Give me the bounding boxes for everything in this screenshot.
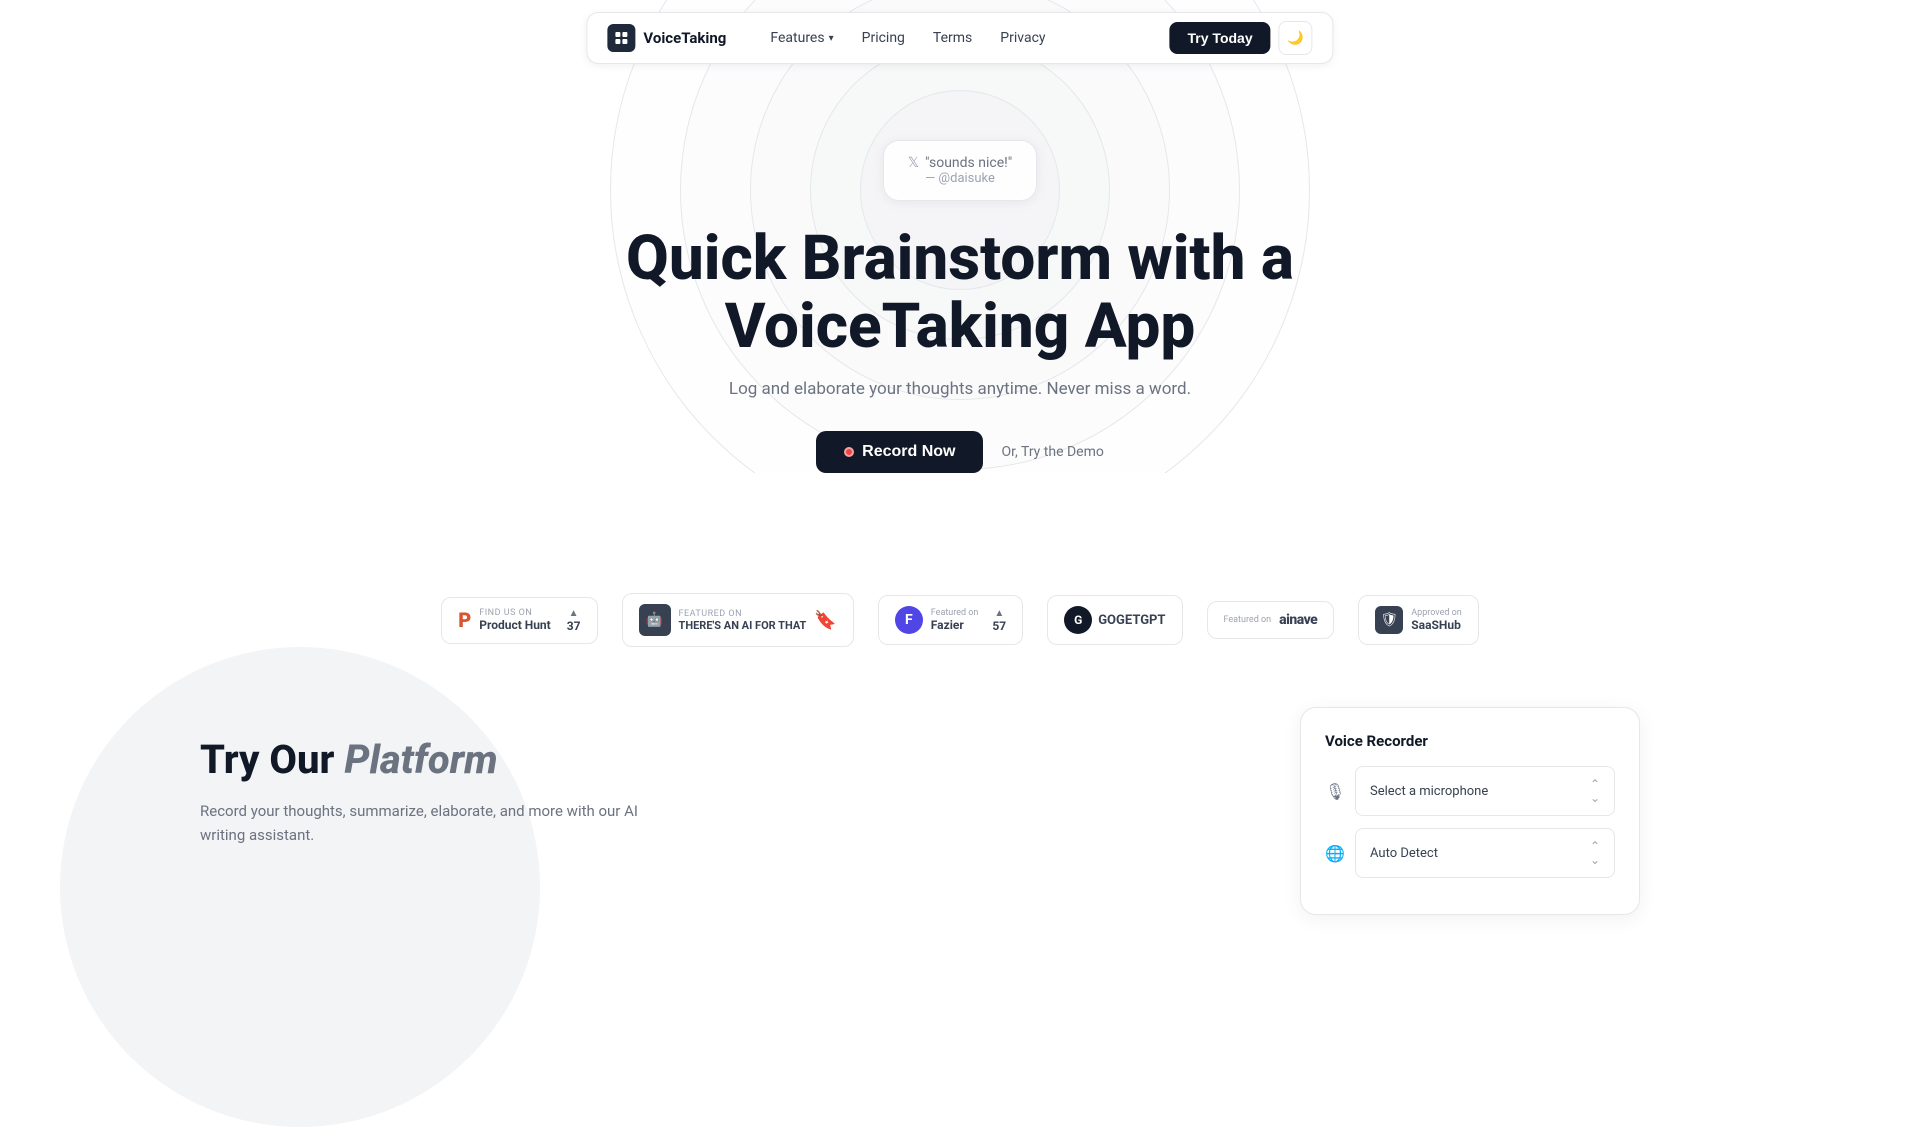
try-today-button[interactable]: Try Today bbox=[1170, 22, 1271, 54]
language-row: 🌐 Auto Detect ⌃⌄ bbox=[1325, 828, 1615, 878]
twitter-icon: 𝕏 bbox=[908, 155, 919, 171]
ainave-content: Featured on ainave bbox=[1224, 612, 1318, 628]
ph-top-label: FIND US ON bbox=[479, 608, 550, 618]
ph-score: 37 bbox=[567, 619, 581, 633]
globe-icon: 🌐 bbox=[1325, 844, 1345, 863]
platform-title: Try Our Platform bbox=[200, 737, 640, 783]
tweet-quote: "sounds nice!" bbox=[925, 155, 1012, 171]
brand-name: VoiceTaking bbox=[643, 29, 726, 47]
gogetgpt-icon: G bbox=[1064, 606, 1092, 634]
language-select-arrow: ⌃⌄ bbox=[1590, 839, 1600, 867]
theme-toggle-button[interactable]: 🌙 bbox=[1279, 21, 1313, 55]
ph-up-arrow: ▲ bbox=[569, 608, 579, 619]
hero-actions: Record Now Or, Try the Demo bbox=[816, 431, 1104, 473]
nav-terms[interactable]: Terms bbox=[921, 24, 984, 52]
ai-badge-text: FEATURED ON THERE'S AN AI FOR THAT bbox=[679, 609, 807, 632]
lower-section: Try Our Platform Record your thoughts, s… bbox=[0, 707, 1920, 915]
tweet-content: 𝕏 "sounds nice!" bbox=[908, 155, 1012, 171]
nav-privacy[interactable]: Privacy bbox=[988, 24, 1057, 52]
badge-ai-for-that[interactable]: 🤖 FEATURED ON THERE'S AN AI FOR THAT 🔖 bbox=[622, 593, 854, 647]
fazier-icon: F bbox=[895, 606, 923, 634]
badge-fazier[interactable]: F Featured on Fazier ▲ 57 bbox=[878, 595, 1023, 645]
platform-description: Record your thoughts, summarize, elabora… bbox=[200, 799, 640, 847]
platform-text: Try Our Platform Record your thoughts, s… bbox=[200, 707, 640, 847]
gogetgpt-name: GOGETGPT bbox=[1098, 613, 1165, 628]
tweet-bubble: 𝕏 "sounds nice!" — @daisuke bbox=[883, 140, 1037, 201]
brand-logo-link[interactable]: VoiceTaking bbox=[607, 24, 726, 52]
nav-features[interactable]: Features ▾ bbox=[758, 24, 845, 52]
fazier-text: Featured on Fazier bbox=[931, 608, 979, 632]
badge-product-hunt[interactable]: P FIND US ON Product Hunt ▲ 37 bbox=[441, 597, 597, 644]
badge-gogetgpt[interactable]: G GOGETGPT bbox=[1047, 595, 1182, 645]
microphone-row: 🎙 Select a microphone ⌃⌄ bbox=[1325, 766, 1615, 816]
chevron-down-icon: ▾ bbox=[829, 33, 834, 44]
voice-recorder-card: Voice Recorder 🎙 Select a microphone ⌃⌄ … bbox=[1300, 707, 1640, 915]
microphone-select-arrow: ⌃⌄ bbox=[1590, 777, 1600, 805]
ph-score-block: ▲ 37 bbox=[567, 608, 581, 633]
ainave-logo: ainave bbox=[1279, 612, 1317, 628]
badge-saashub[interactable]: 🛡 Approved on SaaSHub bbox=[1358, 595, 1479, 645]
main-nav: Features ▾ Pricing Terms Privacy bbox=[758, 24, 1057, 52]
nav-actions: Try Today 🌙 bbox=[1170, 21, 1313, 55]
fazier-score-block: ▲ 57 bbox=[992, 608, 1006, 633]
saashub-text: Approved on SaaSHub bbox=[1411, 608, 1462, 632]
microphone-select[interactable]: Select a microphone ⌃⌄ bbox=[1355, 766, 1615, 816]
language-select[interactable]: Auto Detect ⌃⌄ bbox=[1355, 828, 1615, 878]
hero-subtext: Log and elaborate your thoughts anytime.… bbox=[729, 379, 1191, 399]
record-dot-icon bbox=[844, 447, 854, 457]
tweet-author: — @daisuke bbox=[908, 171, 1012, 186]
brand-logo-icon bbox=[607, 24, 635, 52]
badges-strip: P FIND US ON Product Hunt ▲ 37 🤖 FEATURE… bbox=[0, 593, 1920, 647]
bookmark-icon: 🔖 bbox=[814, 610, 836, 631]
hero-section: 𝕏 "sounds nice!" — @daisuke Quick Brains… bbox=[0, 0, 1920, 473]
try-demo-link[interactable]: Or, Try the Demo bbox=[1001, 444, 1103, 460]
ai-badge-content: 🤖 FEATURED ON THERE'S AN AI FOR THAT 🔖 bbox=[639, 604, 837, 636]
moon-icon: 🌙 bbox=[1287, 30, 1304, 46]
recorder-title: Voice Recorder bbox=[1325, 732, 1615, 750]
hero-heading: Quick Brainstorm with a VoiceTaking App bbox=[626, 225, 1294, 361]
saashub-icon: 🛡 bbox=[1375, 606, 1403, 634]
microphone-icon: 🎙 bbox=[1325, 782, 1345, 801]
record-now-button[interactable]: Record Now bbox=[816, 431, 983, 473]
nav-pricing[interactable]: Pricing bbox=[850, 24, 917, 52]
ai-logo-icon: 🤖 bbox=[639, 604, 671, 636]
badge-ph-text: FIND US ON Product Hunt bbox=[479, 608, 550, 632]
badge-ainave[interactable]: Featured on ainave bbox=[1207, 601, 1335, 639]
ph-name: Product Hunt bbox=[479, 618, 550, 632]
navbar: VoiceTaking Features ▾ Pricing Terms Pri… bbox=[586, 12, 1333, 64]
product-hunt-icon: P bbox=[458, 608, 471, 632]
